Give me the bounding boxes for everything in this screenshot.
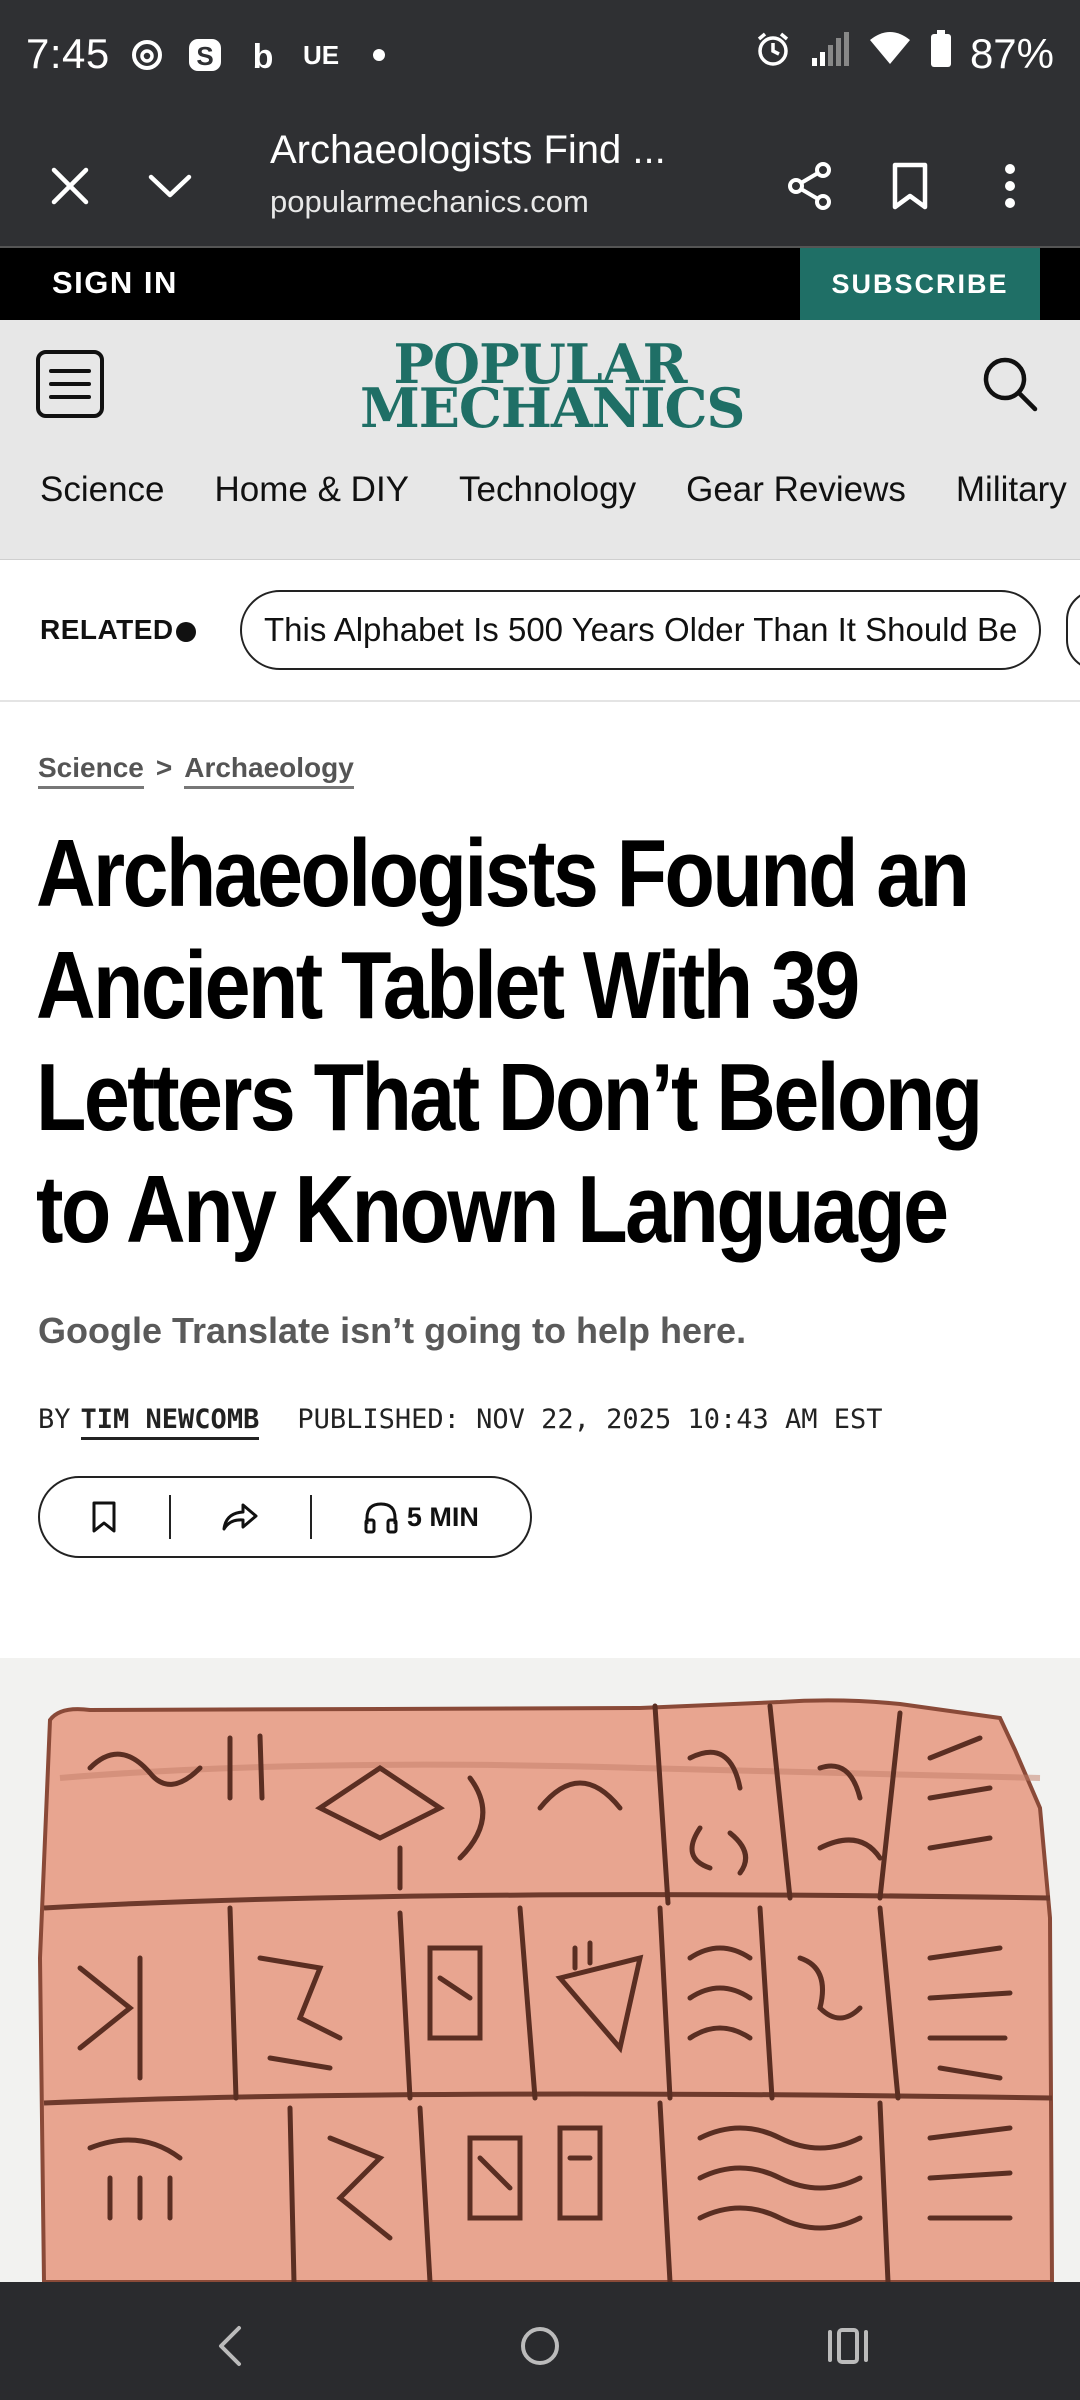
hamburger-icon-line — [49, 369, 91, 373]
chevron-down-icon — [148, 174, 192, 198]
b-app-icon: b — [244, 36, 282, 74]
related-article-link-next[interactable] — [1066, 590, 1080, 670]
page-title[interactable]: Archaeologists Find ... — [270, 128, 666, 173]
s-app-icon: S — [186, 36, 224, 74]
nav-item-gear-reviews[interactable]: Gear Reviews — [686, 470, 906, 510]
status-time: 7:45 — [26, 30, 110, 77]
share-icon — [788, 162, 831, 210]
share-arrow-icon — [222, 1503, 258, 1531]
recents-button[interactable] — [818, 2316, 878, 2376]
save-article-button[interactable] — [40, 1476, 169, 1558]
account-bar: SIGN IN SUBSCRIBE — [0, 248, 1080, 320]
byline: BY TIM NEWCOMB PUBLISHED: NOV 22, 2025 1… — [38, 1404, 883, 1440]
back-icon — [219, 2326, 241, 2366]
sign-in-link[interactable]: SIGN IN — [52, 265, 178, 301]
home-button[interactable] — [510, 2316, 570, 2376]
site-header: POPULAR MECHANICS Science Home & DIY Tec… — [0, 320, 1080, 560]
related-dot-icon — [176, 622, 196, 642]
subscribe-button[interactable]: SUBSCRIBE — [800, 248, 1040, 320]
related-label: RELATED — [40, 614, 174, 645]
article-actions: 5 MIN — [38, 1476, 532, 1558]
status-notification-icons: S b UE — [128, 36, 398, 74]
nav-item-science[interactable]: Science — [40, 470, 165, 510]
nav-item-technology[interactable]: Technology — [459, 470, 636, 510]
article-headline: Archaeologists Found an Ancient Tablet W… — [36, 820, 983, 1263]
logo-line2: MECHANICS — [360, 376, 745, 440]
byline-prefix: BY — [38, 1404, 71, 1435]
nav-item-military[interactable]: Military — [956, 470, 1067, 510]
svg-text:S: S — [196, 41, 213, 71]
home-icon — [521, 2327, 559, 2365]
threads-icon — [128, 36, 166, 74]
listen-button[interactable]: 5 MIN — [312, 1476, 530, 1558]
alarm-icon — [754, 30, 792, 78]
bookmark-icon — [92, 1501, 116, 1533]
listen-duration: 5 MIN — [406, 1501, 479, 1532]
system-nav-bar — [0, 2282, 1080, 2400]
tablet-illustration — [37, 1698, 1055, 2282]
status-right: 87% — [754, 30, 1054, 78]
wifi-icon — [868, 30, 912, 78]
close-tab-button[interactable] — [34, 150, 106, 222]
author-link[interactable]: TIM NEWCOMB — [80, 1404, 260, 1440]
nav-item-home-diy[interactable]: Home & DIY — [215, 470, 410, 510]
dot-icon — [360, 36, 398, 74]
ue-app-icon: UE — [302, 39, 340, 70]
search-icon — [983, 357, 1038, 412]
site-logo[interactable]: POPULAR MECHANICS — [360, 337, 745, 440]
svg-text:b: b — [253, 38, 274, 73]
bookmark-page-button[interactable] — [874, 150, 946, 222]
battery-percent: 87% — [969, 30, 1054, 77]
bookmark-icon — [892, 162, 928, 210]
breadcrumb: Science > Archaeology — [38, 752, 354, 789]
status-bar: 7:45 S b UE 87% — [0, 0, 1080, 124]
search-button[interactable] — [980, 354, 1040, 414]
menu-button[interactable] — [36, 350, 104, 418]
related-article-link[interactable]: This Alphabet Is 500 Years Older Than It… — [240, 590, 1042, 670]
more-options-button[interactable] — [974, 150, 1046, 222]
battery-icon — [930, 30, 952, 78]
related-bar: RELATED This Alphabet Is 500 Years Older… — [0, 560, 1080, 702]
share-button[interactable] — [774, 150, 846, 222]
breadcrumb-science[interactable]: Science — [38, 752, 144, 789]
back-button[interactable] — [200, 2316, 260, 2376]
page-url[interactable]: popularmechanics.com — [270, 184, 589, 220]
hero-image — [0, 1658, 1080, 2282]
more-vert-icon — [1005, 164, 1015, 208]
minimize-button[interactable] — [134, 150, 206, 222]
article-dek: Google Translate isn’t going to help her… — [38, 1310, 747, 1351]
published-date: PUBLISHED: NOV 22, 2025 10:43 AM EST — [297, 1404, 883, 1435]
recents-icon — [828, 2328, 868, 2364]
breadcrumb-archaeology[interactable]: Archaeology — [184, 752, 354, 789]
signal-icon — [810, 30, 850, 78]
headphones-icon — [364, 1502, 398, 1534]
close-icon — [51, 167, 89, 205]
hamburger-icon-line — [49, 395, 91, 399]
breadcrumb-separator: > — [155, 752, 173, 783]
section-nav: Science Home & DIY Technology Gear Revie… — [40, 470, 1067, 510]
share-article-button[interactable] — [171, 1476, 310, 1558]
browser-toolbar: Archaeologists Find ... popularmechanics… — [0, 124, 1080, 248]
hamburger-icon-line — [49, 382, 91, 386]
